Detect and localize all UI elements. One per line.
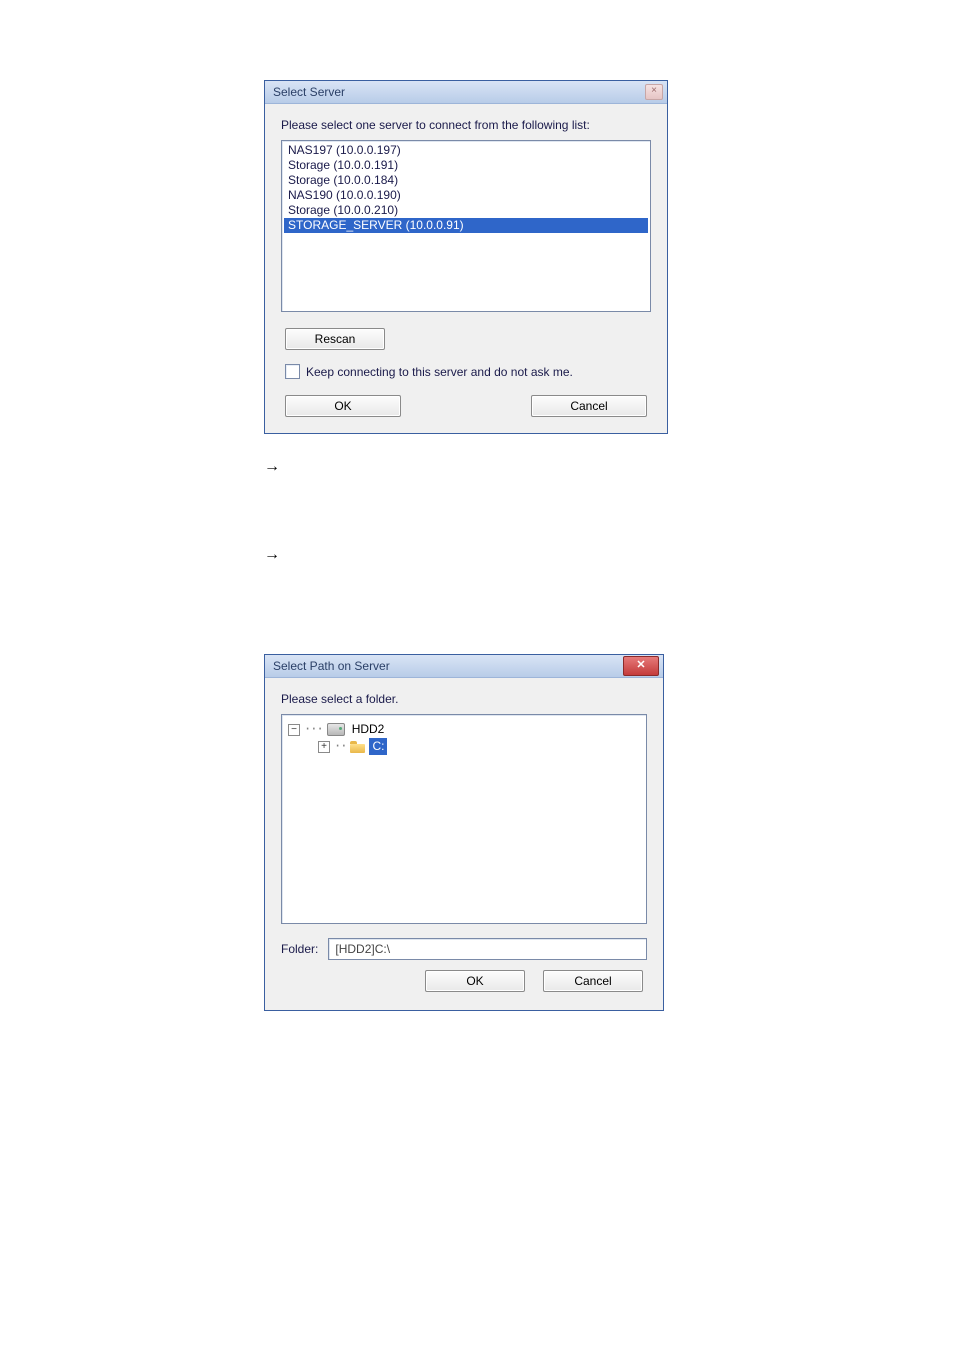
titlebar: Select Path on Server ✕: [265, 655, 663, 678]
server-listbox[interactable]: NAS197 (10.0.0.197)Storage (10.0.0.191)S…: [281, 140, 651, 312]
folder-icon: [350, 741, 365, 753]
ok-button[interactable]: OK: [425, 970, 525, 992]
dialog-title: Select Server: [273, 85, 645, 99]
drive-icon: [327, 723, 345, 736]
collapse-icon[interactable]: −: [288, 724, 300, 736]
ok-button[interactable]: OK: [285, 395, 401, 417]
keep-connecting-checkbox[interactable]: [285, 364, 300, 379]
server-list-item[interactable]: NAS197 (10.0.0.197): [284, 143, 648, 158]
instruction-text: Please select a folder.: [281, 692, 647, 706]
arrow-icon: →: [264, 458, 954, 476]
instruction-text: Please select one server to connect from…: [281, 118, 651, 132]
keep-connecting-label: Keep connecting to this server and do no…: [306, 365, 573, 379]
select-path-dialog: Select Path on Server ✕ Please select a …: [264, 654, 664, 1011]
server-list-item[interactable]: NAS190 (10.0.0.190): [284, 188, 648, 203]
tree-node-child[interactable]: + ·· C:: [288, 738, 640, 755]
dialog-body: Please select a folder. − ··· HDD2 + ·· …: [265, 678, 663, 1010]
server-list-item[interactable]: Storage (10.0.0.210): [284, 203, 648, 218]
arrow-icon: →: [264, 546, 954, 564]
folder-treeview[interactable]: − ··· HDD2 + ·· C:: [281, 714, 647, 924]
server-list-item[interactable]: Storage (10.0.0.191): [284, 158, 648, 173]
tree-connector: ··: [334, 738, 346, 755]
folder-path-input[interactable]: [328, 938, 647, 960]
tree-connector: ···: [304, 721, 323, 738]
expand-icon[interactable]: +: [318, 741, 330, 753]
server-list-item[interactable]: Storage (10.0.0.184): [284, 173, 648, 188]
keep-connecting-row[interactable]: Keep connecting to this server and do no…: [285, 364, 651, 379]
folder-label: Folder:: [281, 942, 318, 956]
close-icon[interactable]: ✕: [623, 656, 659, 676]
rescan-button[interactable]: Rescan: [285, 328, 385, 350]
cancel-button[interactable]: Cancel: [543, 970, 643, 992]
tree-node-label: HDD2: [349, 721, 388, 738]
server-list-item[interactable]: STORAGE_SERVER (10.0.0.91): [284, 218, 648, 233]
tree-node-root[interactable]: − ··· HDD2: [288, 721, 640, 738]
close-icon[interactable]: ×: [645, 84, 663, 100]
tree-node-label: C:: [369, 738, 387, 755]
select-server-dialog: Select Server × Please select one server…: [264, 80, 668, 434]
dialog-body: Please select one server to connect from…: [265, 104, 667, 433]
titlebar: Select Server ×: [265, 81, 667, 104]
cancel-button[interactable]: Cancel: [531, 395, 647, 417]
dialog-title: Select Path on Server: [273, 659, 623, 673]
